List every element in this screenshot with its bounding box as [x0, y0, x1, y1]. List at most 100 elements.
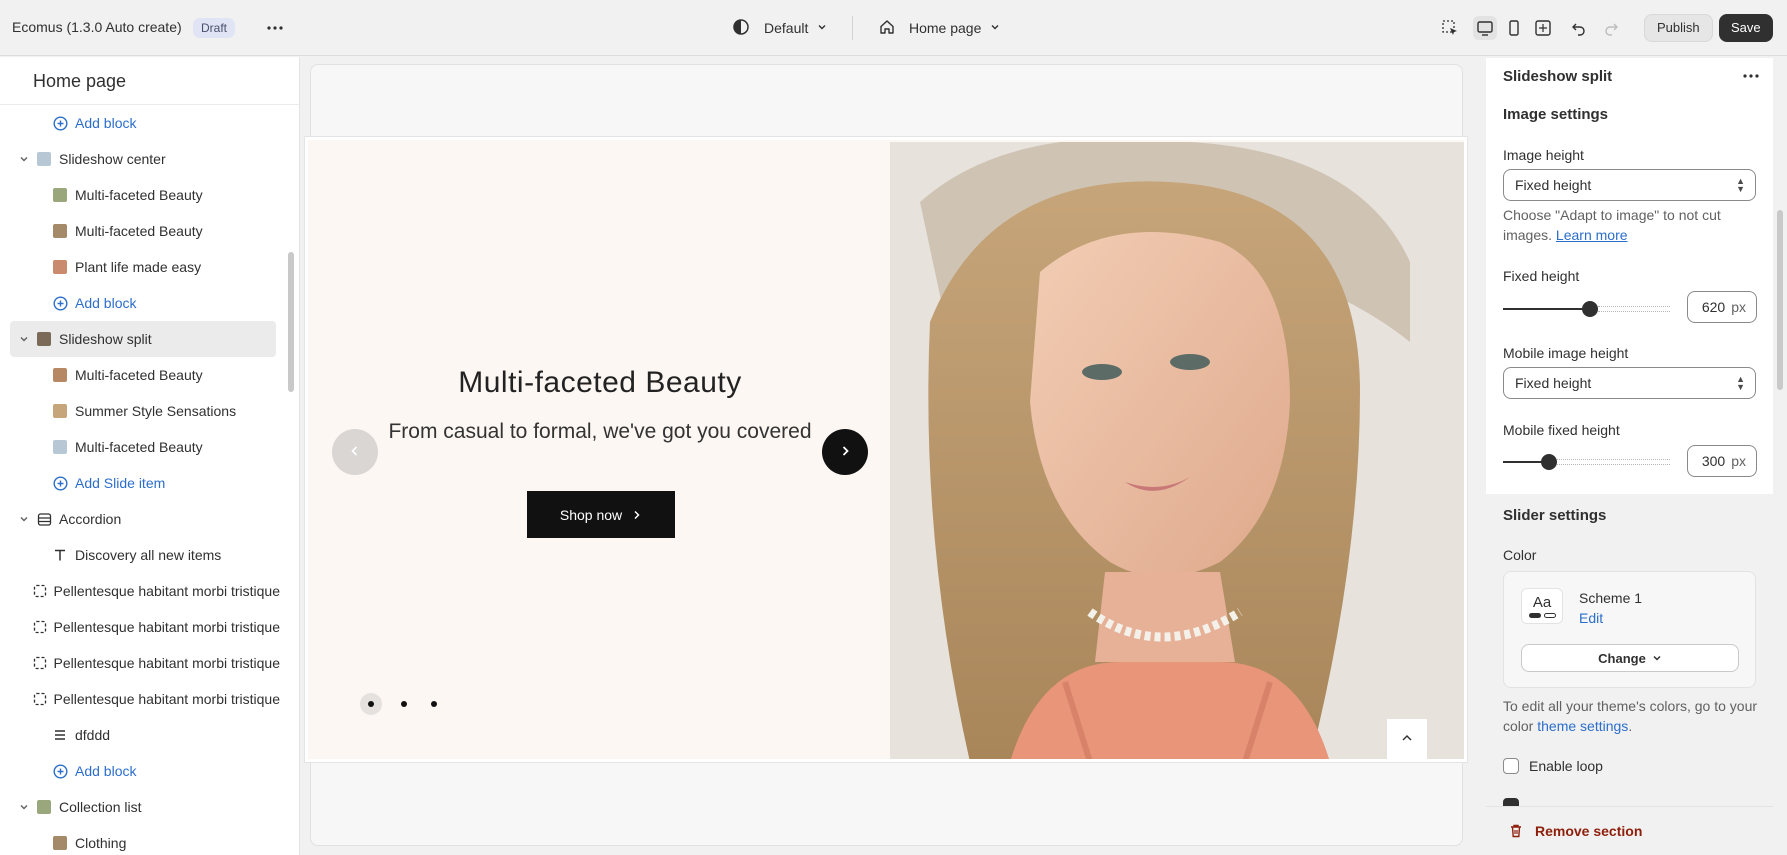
tree-row-label: Add Slide item [75, 475, 166, 491]
section-row[interactable]: Accordion [0, 501, 280, 537]
tree-row-label: Discovery all new items [75, 547, 222, 563]
save-button[interactable]: Save [1719, 14, 1773, 42]
learn-more-link[interactable]: Learn more [1556, 227, 1628, 243]
slide-heading: Multi-faceted Beauty [458, 366, 742, 399]
tree-row[interactable]: Pellentesque habitant morbi tristique [0, 609, 280, 645]
chevron-down-icon [1652, 651, 1662, 666]
tree-row[interactable]: Pellentesque habitant morbi tristique [0, 573, 280, 609]
tree-row-label: Plant life made easy [75, 259, 202, 275]
image-thumbnail-icon [52, 835, 68, 851]
lines-icon [52, 727, 68, 743]
image-height-value: Fixed height [1515, 177, 1592, 193]
image-height-help: Choose "Adapt to image" to not cut image… [1503, 205, 1748, 245]
image-thumbnail-icon [36, 799, 52, 815]
enable-loop-label: Enable loop [1529, 758, 1603, 774]
accordion-icon [36, 511, 52, 527]
change-scheme-button[interactable]: Change [1521, 644, 1739, 672]
enable-loop-checkbox[interactable] [1503, 758, 1519, 774]
fixed-height-value: 620 [1701, 299, 1726, 315]
slider-track [1598, 306, 1670, 312]
add-block-row[interactable]: Add block [0, 105, 280, 141]
mobile-fixed-height-input[interactable]: 300 px [1687, 445, 1757, 477]
sidebar-scrollbar[interactable] [288, 252, 294, 392]
back-to-top-button[interactable] [1387, 719, 1427, 759]
tree-row-label: dfddd [75, 727, 111, 743]
redo-icon[interactable] [1599, 16, 1623, 40]
tree-row[interactable]: Multi-faceted Beauty [0, 213, 280, 249]
add-block-row[interactable]: Add Slide item [0, 465, 280, 501]
add-block-row[interactable]: Add block [0, 753, 280, 789]
remove-section-button[interactable]: Remove section [1535, 823, 1642, 839]
undo-icon[interactable] [1567, 16, 1591, 40]
scheme-swatch: Aa [1521, 588, 1563, 624]
mobile-image-height-select[interactable]: Fixed height ▲ ▼ [1503, 367, 1756, 399]
publish-button[interactable]: Publish [1644, 14, 1713, 42]
mobile-fixed-height-slider[interactable] [1503, 454, 1670, 470]
fixed-height-slider[interactable] [1503, 301, 1670, 317]
page-selector[interactable]: Home page [879, 16, 1001, 40]
scheme-edit-link[interactable]: Edit [1579, 610, 1603, 626]
tree-row[interactable]: Summer Style Sensations [0, 393, 280, 429]
tree-row[interactable]: Pellentesque habitant morbi tristique [0, 645, 280, 681]
tree-row-label: Add block [75, 763, 137, 779]
mobile-view-icon[interactable] [1502, 16, 1526, 40]
more-actions-icon[interactable] [1741, 68, 1761, 87]
tree-row[interactable]: Pellentesque habitant morbi tristique [0, 681, 280, 717]
tree-row-label: Slideshow center [59, 151, 166, 167]
theme-selector[interactable]: Default [732, 16, 828, 40]
slide-dot-active[interactable] [360, 693, 382, 715]
image-settings-card: Slideshow split Image settings Image hei… [1486, 58, 1773, 494]
more-actions-icon[interactable] [263, 16, 287, 40]
tree-row-label: Add block [75, 295, 137, 311]
desktop-view-icon[interactable] [1473, 16, 1497, 40]
mobile-fixed-height-value: 300 [1701, 453, 1726, 469]
fixed-height-input[interactable]: 620 px [1687, 291, 1757, 323]
section-row[interactable]: Slideshow center [0, 141, 280, 177]
chevron-down-icon[interactable] [18, 802, 30, 812]
section-row[interactable]: Slideshow split [10, 321, 276, 357]
slide-next-button[interactable] [822, 429, 868, 475]
chevron-down-icon[interactable] [18, 514, 30, 524]
page-selector-label: Home page [909, 20, 982, 36]
fullscreen-icon[interactable] [1531, 16, 1555, 40]
unit-label: px [1731, 453, 1746, 469]
slider-thumb[interactable] [1582, 301, 1598, 317]
tree-row[interactable]: Multi-faceted Beauty [0, 357, 280, 393]
inspector-icon[interactable] [1438, 16, 1462, 40]
tree-row-label: Multi-faceted Beauty [75, 439, 203, 455]
section-row[interactable]: Collection list [0, 789, 280, 825]
chevron-up-icon [1401, 731, 1413, 747]
settings-panel: Slideshow split Image settings Image hei… [1486, 58, 1773, 855]
chevron-down-icon[interactable] [18, 154, 30, 164]
chevron-left-icon [349, 444, 361, 460]
tree-row[interactable]: Clothing [0, 825, 280, 855]
tree-row[interactable]: dfddd [0, 717, 280, 753]
image-height-select[interactable]: Fixed height ▲ ▼ [1503, 169, 1756, 201]
shop-now-button[interactable]: Shop now [527, 491, 675, 538]
theme-icon [732, 18, 750, 39]
tree-row[interactable]: Discovery all new items [0, 537, 280, 573]
divider [852, 16, 853, 40]
chevron-down-icon[interactable] [18, 334, 30, 344]
image-thumbnail-icon [36, 331, 52, 347]
color-label: Color [1503, 547, 1537, 563]
tree-row[interactable]: Multi-faceted Beauty [0, 177, 280, 213]
theme-colors-note: To edit all your theme's colors, go to y… [1503, 698, 1758, 734]
tree-row-label: Slideshow split [59, 331, 152, 347]
tree-row[interactable]: Multi-faceted Beauty [0, 429, 280, 465]
panel-section-title: Slideshow split [1503, 68, 1613, 85]
slide-prev-button[interactable] [332, 429, 378, 475]
chevron-right-icon [632, 507, 642, 523]
slide-dot[interactable] [401, 701, 407, 707]
slider-thumb[interactable] [1541, 454, 1557, 470]
remove-section-bar: Remove section [1486, 806, 1773, 855]
add-block-row[interactable]: Add block [0, 285, 280, 321]
slideshow-split-preview[interactable]: Multi-faceted Beauty From casual to form… [305, 137, 1467, 762]
frame-icon [33, 655, 47, 671]
slide-subheading: From casual to formal, we've got you cov… [388, 420, 812, 443]
theme-settings-link[interactable]: theme settings [1537, 718, 1628, 734]
panel-scrollbar[interactable] [1777, 210, 1783, 390]
image-settings-heading: Image settings [1503, 106, 1609, 123]
slide-dot[interactable] [431, 701, 437, 707]
tree-row[interactable]: Plant life made easy [0, 249, 280, 285]
